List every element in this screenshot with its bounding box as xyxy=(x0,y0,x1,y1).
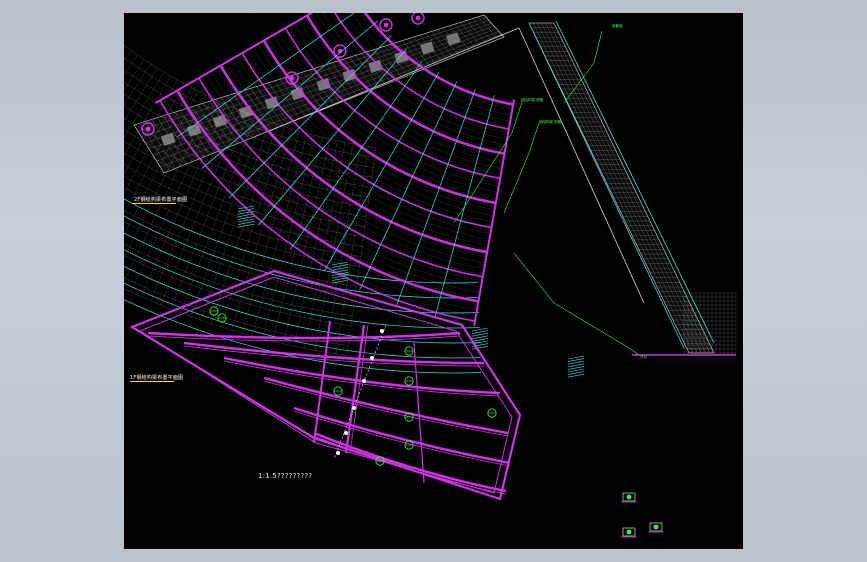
stair-hatch xyxy=(567,371,585,375)
tile-radial xyxy=(252,133,308,337)
right-strip-line xyxy=(533,22,694,354)
stair-hatch xyxy=(567,360,585,365)
node-detail-icon xyxy=(370,356,374,360)
stair-hatch xyxy=(471,335,489,340)
stair-hatch xyxy=(471,345,489,350)
callout-4: 详见 xyxy=(640,355,647,359)
node-detail-icon xyxy=(362,379,366,383)
stair-hatch xyxy=(567,366,585,370)
right-strip-line xyxy=(537,22,698,354)
lower-cross-beam xyxy=(413,342,425,484)
tile-arc xyxy=(124,288,347,356)
node-detail-icon xyxy=(653,524,659,530)
bottom-note: 1:1.5????????? xyxy=(258,472,313,480)
lower-plan-title: 1F钢结构梁布置平面图 xyxy=(130,375,184,381)
stair-hatch xyxy=(331,279,349,284)
leader-line xyxy=(513,252,640,356)
node-detail-icon xyxy=(352,406,356,410)
right-strip-line xyxy=(545,22,706,354)
upper-plan-title: 2F钢结构梁布置平面图 xyxy=(134,197,188,203)
street-grid-line xyxy=(141,20,490,138)
stair-hatch xyxy=(237,213,255,218)
lower-plan-title-underline xyxy=(130,381,174,382)
node-detail-icon xyxy=(380,329,384,333)
tile-radial xyxy=(124,67,158,122)
column-marker-icon xyxy=(415,15,421,21)
cad-canvas xyxy=(124,13,737,538)
lower-cross-beam xyxy=(313,320,331,444)
stair-hatch xyxy=(471,327,489,332)
callout-2: 钢结构梁 规格 xyxy=(539,120,562,124)
tile-radial xyxy=(241,131,300,334)
stair-hatch xyxy=(567,358,585,362)
stair-hatch xyxy=(237,223,255,228)
lower-beam-frame xyxy=(129,269,522,501)
tile-radial xyxy=(262,135,315,339)
lower-beam-frame xyxy=(138,276,513,494)
tile-radial xyxy=(346,147,377,356)
node-detail-icon xyxy=(336,451,340,455)
upper-plan-title-underline xyxy=(132,203,176,204)
stair-hatch xyxy=(567,355,585,360)
stair-hatch xyxy=(471,332,489,337)
callout-3: 梁截面 xyxy=(612,24,623,28)
right-strip-line xyxy=(549,22,710,354)
tile-radial xyxy=(124,50,132,61)
node-detail-icon xyxy=(626,529,632,535)
stair-hatch xyxy=(471,330,489,334)
stair-hatch xyxy=(237,221,255,225)
contour-line xyxy=(528,22,685,349)
right-strip-line xyxy=(541,22,702,354)
lower-beam xyxy=(147,331,461,340)
stair-hatch xyxy=(237,208,255,212)
stair-hatch xyxy=(567,373,585,378)
leader-line xyxy=(503,122,540,214)
stair-hatch xyxy=(237,216,255,220)
lower-beam xyxy=(293,406,511,465)
contour-line xyxy=(555,20,715,344)
stair-hatch xyxy=(567,368,585,373)
stair-hatch xyxy=(567,363,585,368)
tile-radial xyxy=(124,79,178,175)
column-marker-icon xyxy=(383,22,389,28)
node-detail-icon xyxy=(626,494,632,500)
node-detail-icon xyxy=(344,431,348,435)
beam-edge xyxy=(473,99,516,327)
street-grid-line xyxy=(156,31,500,162)
lower-cross-beam xyxy=(349,324,369,454)
tile-radial xyxy=(124,45,125,48)
lower-beam xyxy=(263,376,509,435)
boundary-line xyxy=(518,27,645,304)
cad-drawing-viewport[interactable]: 2F钢结构梁布置平面图 1F钢结构梁布置平面图 1:1.5????????? 钢… xyxy=(124,13,743,549)
callout-1: 钢结构梁 规格 xyxy=(521,98,544,102)
tile-radial xyxy=(293,140,338,347)
stair-hatch xyxy=(471,338,489,342)
